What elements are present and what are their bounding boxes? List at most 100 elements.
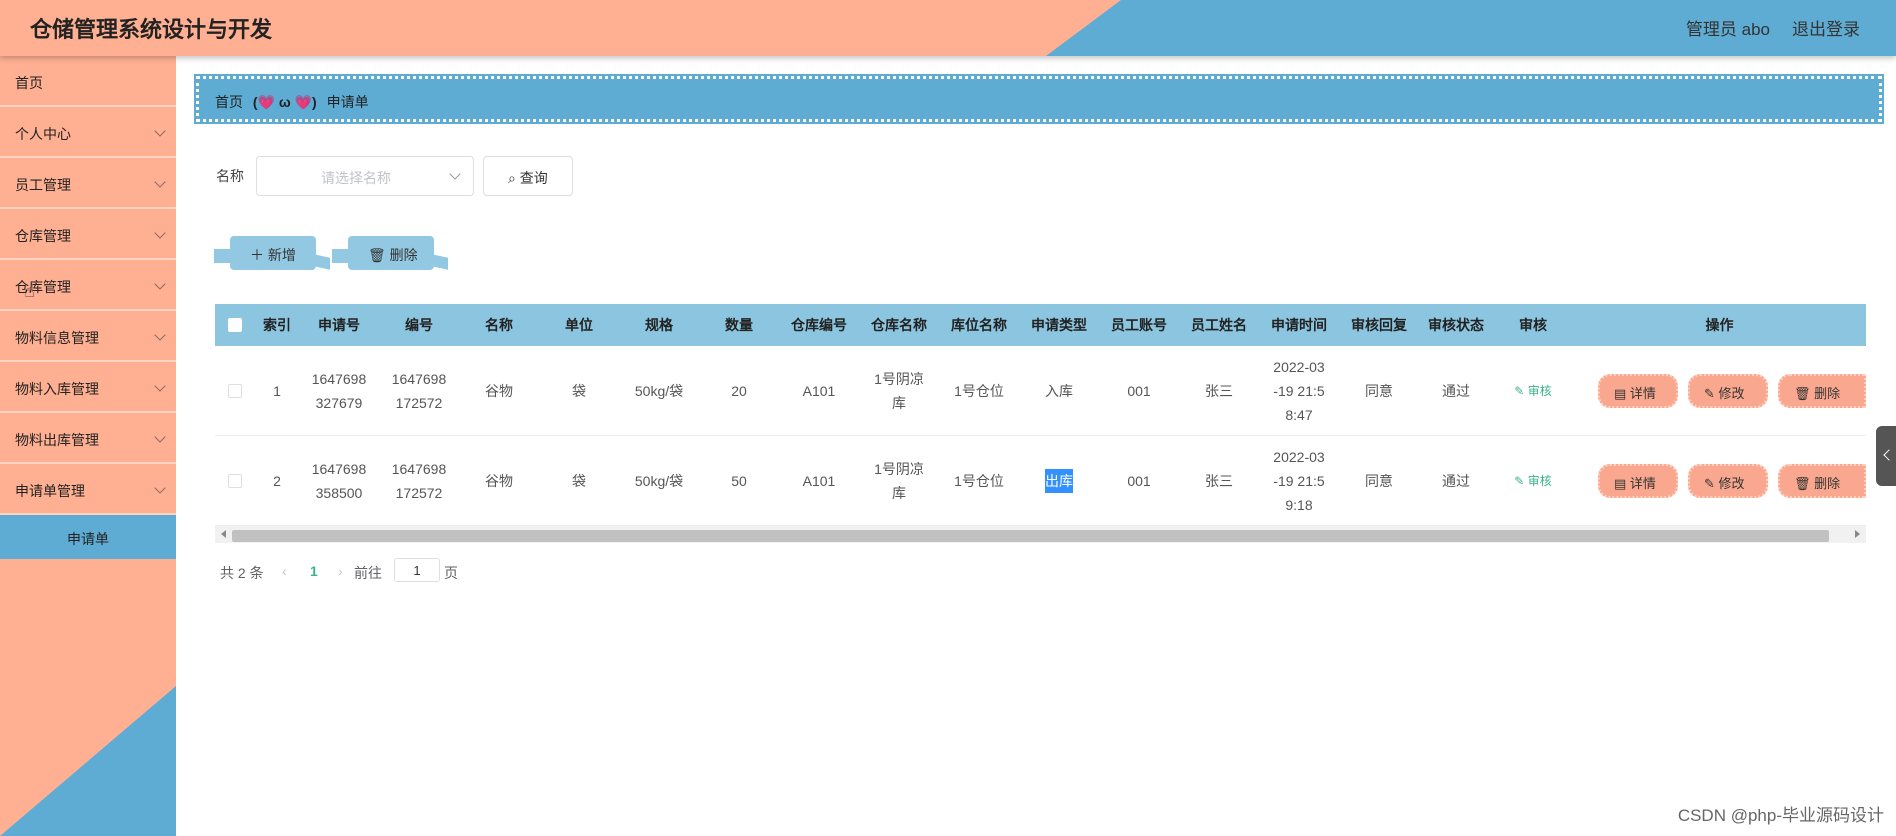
sidebar-item-warehouse[interactable]: 仓库管理 [0,209,176,260]
edit-button[interactable]: ✎ 修改 [1688,374,1768,408]
cell-location: 1号仓位 [954,383,1004,399]
delete-button-label: 删除 [389,247,418,263]
column-header[interactable]: 编号 [379,304,459,346]
next-page-icon[interactable]: › [338,563,343,579]
select-all-checkbox[interactable] [228,318,242,332]
edit-button-label: 修改 [1718,476,1745,491]
column-header[interactable]: 单位 [539,304,619,346]
cell-code: 1647698 172572 [379,436,459,526]
pagination-total: 共 2 条 [220,565,264,581]
delete-button[interactable]: 🗑 删除 [1778,464,1866,498]
side-collapse-tab[interactable] [1876,426,1896,486]
column-header[interactable]: 员工姓名 [1179,304,1259,346]
cell-text: 库 [891,395,906,411]
sidebar-item-application[interactable]: 申请单管理 [0,464,176,515]
sidebar-item-material-info[interactable]: 物料信息管理 [0,311,176,362]
sidebar-item-home[interactable]: 首页 [0,56,176,107]
column-header[interactable]: 数量 [699,304,779,346]
cell-type: 入库 [1045,383,1073,399]
detail-button[interactable]: ▤ 详情 [1598,374,1678,408]
goto-page-input[interactable] [394,558,440,582]
audit-link[interactable]: ✎ 审核 [1514,469,1551,493]
search-icon: ⌕ [508,170,516,186]
cell-reply: 同意 [1365,473,1393,489]
chevron-down-icon [449,168,461,180]
page-number[interactable]: 1 [310,563,318,579]
cell-warehouse-name: 1号阴凉库 [859,436,939,526]
current-user: 管理员 abo [1685,20,1770,39]
column-header[interactable]: 申请类型 [1019,304,1099,346]
row-checkbox[interactable] [228,474,242,488]
cell-text: 327679 [315,395,363,411]
cell-text: 库 [891,485,906,501]
prev-page-icon[interactable]: ‹ [282,563,287,579]
sidebar-blue-shape [0,686,176,836]
cell-qty: 20 [731,383,747,399]
cell-warehouse-code: A101 [802,383,836,399]
logout-link[interactable]: 退出登录 [1792,15,1860,40]
column-header[interactable]: 员工账号 [1099,304,1179,346]
name-select[interactable]: 请选择名称 [256,156,474,196]
sidebar-item-label: 首页 [15,75,43,91]
sidebar-item-material-in[interactable]: 物料入库管理 [0,362,176,413]
sidebar-item-material-out[interactable]: 物料出库管理 [0,413,176,464]
table-row: 2 1647698 358500 1647698 172572 谷物 袋 50kg/… [215,436,1866,526]
selected-text: 出库 [1045,469,1073,493]
audit-label: 审核 [1527,384,1552,398]
column-header[interactable]: 申请时间 [1259,304,1339,346]
column-header[interactable]: 库位名称 [939,304,1019,346]
cell-name: 谷物 [485,473,513,489]
edit-button[interactable]: ✎ 修改 [1688,464,1768,498]
pencil-icon: ✎ [1704,476,1719,491]
sidebar-item-label: 物料出库管理 [15,432,99,448]
detail-button[interactable]: ▤ 详情 [1598,464,1678,498]
cell-text: 1647698 [391,371,447,387]
cell-employee-name: 张三 [1205,473,1233,489]
cell-code: 1647698 172572 [379,346,459,436]
column-header[interactable]: 规格 [619,304,699,346]
row-checkbox[interactable] [228,384,242,398]
sidebar-item-employee[interactable]: 员工管理 [0,158,176,209]
sidebar-item-personal-center[interactable]: 个人中心 [0,107,176,158]
batch-delete-button[interactable]: 🗑 删除 [332,236,434,270]
delete-button-label: 删除 [1814,386,1841,401]
scrollbar-thumb[interactable] [232,530,1829,542]
cell-index: 2 [273,473,281,489]
column-header[interactable]: 审核状态 [1419,304,1493,346]
pencil-icon: ✎ [1704,386,1719,401]
document-icon: ▤ [1614,386,1630,401]
cell-text: 172572 [395,485,443,501]
cell-status: 通过 [1442,383,1470,399]
add-button[interactable]: ＋ 新增 [214,236,316,270]
cell-text: 1号阴凉 [874,371,924,387]
select-placeholder: 请选择名称 [321,170,391,186]
column-header[interactable]: 索引 [255,304,299,346]
breadcrumb-home[interactable]: 首页 [215,94,243,110]
plus-icon: ＋ [250,247,264,263]
audit-link[interactable]: ✎ 审核 [1514,379,1551,403]
cell-text: 1647698 [311,371,367,387]
audit-label: 审核 [1527,474,1552,488]
hand-cursor-icon: ☝ [24,281,35,301]
query-button[interactable]: ⌕ 查询 [483,156,573,196]
delete-button[interactable]: 🗑 删除 [1778,374,1866,408]
column-header[interactable]: 仓库编号 [779,304,859,346]
query-button-label: 查询 [519,170,548,186]
breadcrumb-current: 申请单 [326,94,369,110]
sidebar-subitem-application-list[interactable]: 申请单 [0,515,176,559]
scroll-right-icon[interactable] [1855,530,1860,538]
scroll-left-icon[interactable] [221,530,226,538]
edit-button-label: 修改 [1718,386,1745,401]
column-header: 操作 [1705,317,1734,333]
horizontal-scrollbar[interactable] [215,526,1866,543]
breadcrumb: 首页 (💗 ω 💗) 申请单 [194,74,1884,124]
detail-button-label: 详情 [1629,386,1656,401]
main-content: 首页 (💗 ω 💗) 申请单 名称 请选择名称 ⌕ 查询 ＋ 新增 🗑 删除 索… [176,56,1896,836]
column-header[interactable]: 申请号 [299,304,379,346]
column-header[interactable]: 名称 [459,304,539,346]
pencil-icon: ✎ [1514,384,1528,398]
chevron-down-icon [154,227,166,239]
cell-apply-no: 1647698 358500 [299,436,379,526]
column-header[interactable]: 仓库名称 [859,304,939,346]
column-header[interactable]: 审核回复 [1339,304,1419,346]
